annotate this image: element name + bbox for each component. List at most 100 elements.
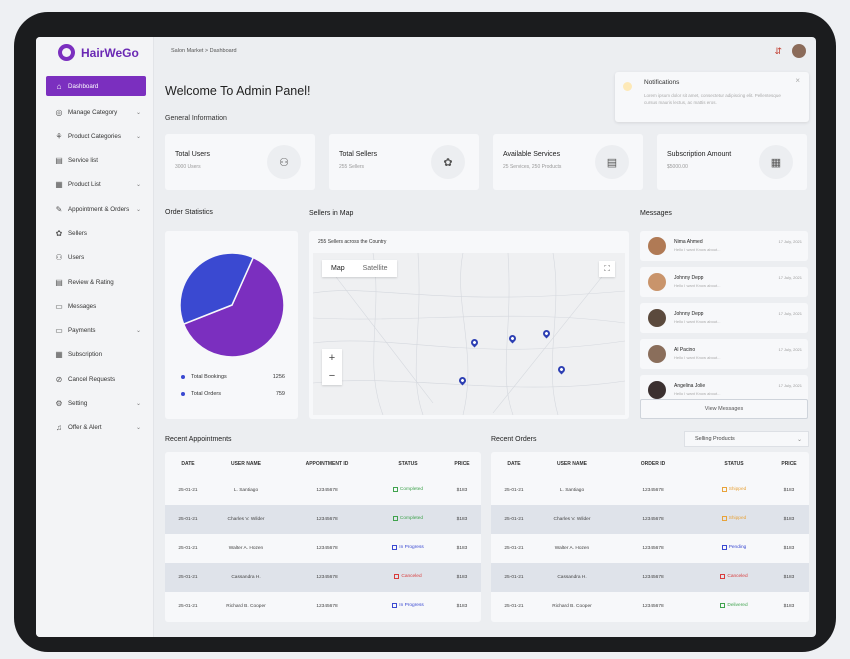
fullscreen-icon[interactable]: ⛶: [599, 261, 615, 277]
tab-map[interactable]: Map: [322, 260, 354, 277]
section-title-sellers-map: Sellers in Map: [309, 210, 354, 217]
status-badge: In Progress: [392, 603, 424, 608]
sellers-map-card: 255 Sellers across the Country Map Satel…: [309, 231, 629, 419]
sidebar-item-subscription[interactable]: ▦ Subscription: [46, 343, 146, 367]
status-text: Completed: [399, 516, 424, 521]
sidebar-item-dashboard[interactable]: ⌂ Dashboard: [46, 76, 146, 96]
table-row[interactable]: 25-01-21 Cassandra H. 12345678 Canceled $183: [491, 563, 809, 592]
cell-user: Charles V. Wilder: [227, 517, 265, 522]
status-icon: [721, 545, 727, 550]
cell-date: 25-01-21: [504, 604, 524, 609]
cell-id: 12345678: [642, 604, 664, 609]
users-icon: ⚇: [55, 253, 63, 263]
document-icon: ▤: [55, 156, 63, 166]
status-icon: [720, 603, 726, 608]
order-statistics-card: Total Bookings 1256 Total Orders 759: [165, 231, 298, 419]
cell-price: $183: [783, 604, 795, 609]
chevron-down-icon: ⌄: [135, 401, 141, 408]
cell-date: 25-01-21: [504, 546, 524, 551]
message-item[interactable]: Nima Ahmed Hello I want Know about... 17 J…: [640, 231, 808, 261]
sidebar-item-service-list[interactable]: ▤ Service list: [46, 149, 146, 173]
sidebar-item-label: Payments: [68, 327, 96, 335]
table-row[interactable]: 25-01-21 Richard B. Cooper 12345678 In Prog…: [165, 592, 481, 621]
section-title-messages: Messages: [640, 210, 672, 217]
sidebar-item-label: Sellers: [68, 229, 87, 237]
cell-user: L. Santiago: [559, 488, 585, 493]
table-header: DATE USER NAME ORDER ID STATUS PRICE: [491, 452, 809, 476]
chevron-down-icon: ⌄: [796, 436, 802, 443]
status-text: Canceled: [401, 574, 422, 579]
cell-date: 25-01-21: [504, 575, 524, 580]
table-row[interactable]: 25-01-21 Walter A. Hozen 12345678 Pending $1…: [491, 534, 809, 563]
cell-user: Cassandra H.: [231, 575, 261, 580]
cell-price: $183: [783, 488, 795, 493]
table-row[interactable]: 25-01-21 L. Santiago 12345678 Completed $183: [165, 476, 481, 505]
zoom-in-button[interactable]: +: [322, 349, 342, 367]
cell-date: 25-01-21: [178, 604, 198, 609]
sidebar-item-messages[interactable]: ▭ Messages: [46, 294, 146, 318]
sidebar: HairWeGo ⌂ Dashboard ◎ Manage Category ⌄ ⚘ Pro…: [36, 37, 154, 637]
avatar: [648, 345, 666, 363]
cell-price: $183: [456, 488, 468, 493]
cell-price: $183: [456, 604, 468, 609]
close-icon[interactable]: ×: [795, 76, 800, 85]
message-item[interactable]: Al Pacino Hello I want Know about... 17 Ju…: [640, 339, 808, 369]
stat-label: Subscription Amount: [667, 151, 732, 158]
sidebar-item-label: Appointment & Orders: [68, 205, 130, 213]
avatar[interactable]: [792, 44, 806, 58]
tab-satellite[interactable]: Satellite: [354, 260, 397, 277]
avatar: [648, 273, 666, 291]
column-header: DATE: [507, 461, 521, 467]
table-row[interactable]: 25-01-21 Cassandra H. 12345678 Canceled $183: [165, 563, 481, 592]
sidebar-item-review-rating[interactable]: ▤ Review & Rating: [46, 270, 146, 294]
zoom-out-button[interactable]: −: [322, 367, 342, 385]
sidebar-item-users[interactable]: ⚇ Users: [46, 246, 146, 270]
table-row[interactable]: 25-01-21 L. Santiago 12345678 Shipped $183: [491, 476, 809, 505]
view-messages-button[interactable]: View Messages: [640, 399, 808, 419]
brand-logo[interactable]: HairWeGo: [58, 44, 139, 61]
table-row[interactable]: 25-01-21 Charles V. Wilder 12345678 Complet…: [165, 505, 481, 534]
sidebar-item-product-list[interactable]: ▦ Product List ⌄: [46, 173, 146, 197]
sidebar-item-offer-alert[interactable]: ♫ Offer & Alert ⌄: [46, 416, 146, 440]
cell-id: 12345678: [316, 604, 338, 609]
orders-table: DATE USER NAME ORDER ID STATUS PRICE 25-01-21…: [491, 452, 809, 622]
product-category-icon: ⚘: [55, 131, 63, 141]
cell-id: 12345678: [316, 546, 338, 551]
cell-status: Shipped: [699, 516, 769, 523]
order-pie-chart: [179, 252, 285, 358]
sidebar-item-sellers[interactable]: ✿ Sellers: [46, 221, 146, 245]
sidebar-item-label: Offer & Alert: [68, 424, 102, 432]
table-row[interactable]: 25-01-21 Charles V. Wilder 12345678 Shipped…: [491, 505, 809, 534]
home-icon: ⌂: [56, 81, 62, 91]
status-icon: [721, 516, 727, 521]
header-actions: ⇵: [774, 44, 806, 58]
table-row[interactable]: 25-01-21 Walter A. Hozen 12345678 In Progre…: [165, 534, 481, 563]
status-icon: [392, 545, 398, 550]
cell-date: 25-01-21: [178, 575, 198, 580]
orders-filter-value: Selling Products: [695, 436, 735, 442]
stat-label: Total Sellers: [339, 151, 378, 158]
breadcrumb[interactable]: Salon Market > Dashboard: [171, 48, 237, 54]
sidebar-item-setting[interactable]: ⚙ Setting ⌄: [46, 392, 146, 416]
sidebar-item-appointment-orders[interactable]: ✎ Appointment & Orders ⌄: [46, 197, 146, 221]
cell-user: Charles V. Wilder: [553, 517, 591, 522]
orders-filter-select[interactable]: Selling Products ⌄: [684, 431, 809, 447]
stat-label: Available Services: [503, 151, 561, 158]
sidebar-nav: ⌂ Dashboard ◎ Manage Category ⌄ ⚘ Product Cate…: [46, 76, 146, 440]
notification-bell-icon[interactable]: ⇵: [774, 46, 782, 57]
table-row[interactable]: 25-01-21 Richard B. Cooper 12345678 Deliver…: [491, 592, 809, 621]
map-canvas[interactable]: Map Satellite ⛶ + −: [313, 253, 625, 415]
legend-dot: [181, 375, 185, 379]
sidebar-item-cancel-requests[interactable]: ⊘ Cancel Requests: [46, 367, 146, 391]
message-item[interactable]: Johnny Depp Hello I want Know about... 17 …: [640, 267, 808, 297]
sidebar-item-manage-category[interactable]: ◎ Manage Category ⌄: [46, 100, 146, 124]
cell-price: $183: [783, 546, 795, 551]
sidebar-item-product-categories[interactable]: ⚘ Product Categories ⌄: [46, 124, 146, 148]
cell-status: Completed: [373, 516, 443, 523]
message-item[interactable]: Johnny Depp Hello I want Know about... 17 …: [640, 303, 808, 333]
status-badge: Completed: [392, 487, 423, 492]
stat-value: 3000 Users: [175, 164, 201, 170]
sidebar-item-payments[interactable]: ▭ Payments ⌄: [46, 319, 146, 343]
review-icon: ▤: [55, 277, 63, 287]
status-badge: Completed: [392, 516, 424, 521]
